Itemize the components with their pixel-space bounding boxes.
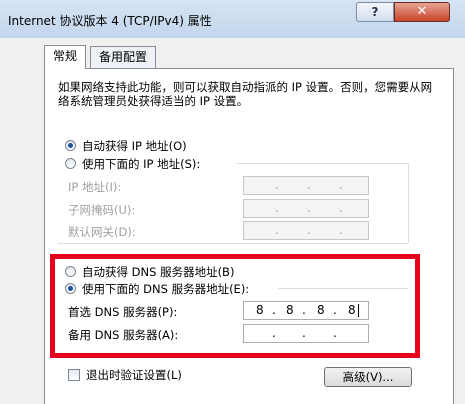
subnet-mask-field[interactable]: ... xyxy=(243,199,369,218)
label-validate-settings: 退出时验证设置(L) xyxy=(86,368,182,382)
window-title: Internet 协议版本 4 (TCP/IPv4) 属性 xyxy=(8,14,212,28)
window-titlebar: Internet 协议版本 4 (TCP/IPv4) 属性 ? ✕ xyxy=(0,0,465,38)
ip-address-field[interactable]: ... xyxy=(243,176,369,195)
validate-settings-checkbox[interactable] xyxy=(68,369,80,381)
tab-general[interactable]: 常规 xyxy=(44,45,87,69)
label-subnet-mask: 子网掩码(U): xyxy=(68,203,136,217)
label-auto-ip: 自动获得 IP 地址(O) xyxy=(82,139,187,153)
close-button[interactable]: ✕ xyxy=(394,2,450,22)
advanced-button[interactable]: 高级(V)... xyxy=(324,367,412,387)
help-button[interactable]: ? xyxy=(356,2,394,22)
default-gateway-field[interactable]: ... xyxy=(243,221,369,240)
ip-group-bottom-line xyxy=(58,243,408,244)
label-default-gateway: 默认网关(D): xyxy=(68,225,136,239)
label-ip-address: IP 地址(I): xyxy=(68,180,122,194)
radio-auto-ip[interactable] xyxy=(65,140,76,151)
ip-group-top-line xyxy=(236,163,408,164)
description-text: 如果网络支持此功能，则可以获取自动指派的 IP 设置。否则，您需要从网络系统管理… xyxy=(58,80,433,108)
label-manual-ip: 使用下面的 IP 地址(S): xyxy=(82,157,201,171)
ip-group-right-line xyxy=(408,163,409,243)
dns-highlight-box xyxy=(50,254,420,358)
radio-manual-ip[interactable] xyxy=(65,158,76,169)
tab-alternate-config[interactable]: 备用配置 xyxy=(90,46,157,68)
